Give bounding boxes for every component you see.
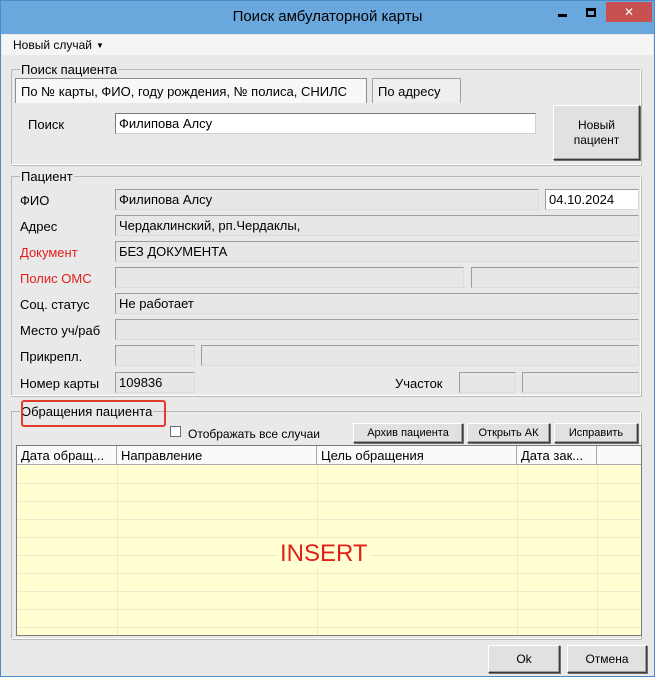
edit-button-label: Исправить	[568, 426, 624, 439]
card-number-field[interactable]: 109836	[115, 372, 195, 393]
maximize-icon	[585, 7, 596, 17]
search-input[interactable]	[115, 113, 536, 134]
grid-row-divider	[17, 537, 641, 538]
ok-button[interactable]: Ok	[488, 645, 560, 673]
insert-overlay-text: INSERT	[278, 540, 370, 568]
column-header-appeal-date[interactable]: Дата обращ...	[17, 446, 117, 465]
title-bar[interactable]: Поиск амбулаторной карты ✕	[1, 1, 654, 34]
work-place-label: Место уч/раб	[20, 323, 101, 338]
document-label: Документ	[20, 245, 78, 260]
policy-field[interactable]	[115, 267, 464, 288]
birth-date-field[interactable]: 04.10.2024	[545, 189, 639, 210]
document-field[interactable]: БЕЗ ДОКУМЕНТА	[115, 241, 639, 262]
patient-archive-button-label: Архив пациента	[367, 426, 449, 439]
fio-field[interactable]: Филипова Алсу	[115, 189, 539, 210]
tab-search-by-address[interactable]: По адресу	[372, 78, 461, 103]
district-label: Участок	[395, 376, 443, 391]
ok-button-label: Ok	[516, 651, 532, 666]
search-label: Поиск	[28, 117, 65, 132]
grid-row-divider	[17, 519, 641, 520]
appeals-table-header: Дата обращ... Направление Цель обращения…	[17, 446, 641, 465]
menu-bar: Новый случай ▼	[2, 35, 653, 55]
grid-row-divider	[17, 483, 641, 484]
patient-legend: Пациент	[21, 169, 73, 184]
minimize-icon	[557, 13, 567, 17]
appeals-table-body[interactable]: INSERT	[17, 466, 641, 635]
column-header-close-date[interactable]: Дата зак...	[517, 446, 597, 465]
appeals-highlight-box	[21, 400, 166, 427]
grid-row-divider	[17, 609, 641, 610]
social-status-field[interactable]: Не работает	[115, 293, 639, 314]
district-code-field[interactable]	[459, 372, 516, 393]
policy-label: Полис ОМС	[20, 271, 92, 286]
edit-button[interactable]: Исправить	[554, 423, 638, 443]
policy-number-field[interactable]	[471, 267, 639, 288]
tab-search-by-address-label: По адресу	[378, 84, 441, 99]
new-case-menu-label: Новый случай	[13, 38, 93, 52]
show-all-cases-checkbox[interactable]	[170, 426, 181, 437]
maximize-button[interactable]	[577, 2, 604, 22]
tab-search-by-card[interactable]: По № карты, ФИО, году рождения, № полиса…	[15, 78, 367, 103]
minimize-button[interactable]	[549, 2, 575, 22]
new-case-menu[interactable]: Новый случай ▼	[13, 38, 104, 52]
column-header-purpose[interactable]: Цель обращения	[317, 446, 517, 465]
close-button[interactable]: ✕	[606, 2, 652, 22]
tab-search-by-card-label: По № карты, ФИО, году рождения, № полиса…	[21, 84, 347, 99]
cancel-button[interactable]: Отмена	[567, 645, 647, 673]
address-label: Адрес	[20, 219, 58, 234]
attachment-code-field[interactable]	[115, 345, 195, 366]
open-card-button[interactable]: Открыть АК	[467, 423, 550, 443]
attachment-label: Прикрепл.	[20, 349, 83, 364]
address-field[interactable]: Чердаклинский, рп.Чердаклы,	[115, 215, 639, 236]
patient-archive-button[interactable]: Архив пациента	[353, 423, 463, 443]
open-card-button-label: Открыть АК	[478, 426, 539, 439]
appeals-table[interactable]: Дата обращ... Направление Цель обращения…	[16, 445, 642, 636]
cancel-button-label: Отмена	[585, 651, 629, 666]
column-header-direction[interactable]: Направление	[117, 446, 317, 465]
grid-row-divider	[17, 573, 641, 574]
close-icon: ✕	[623, 5, 635, 19]
ambulatory-card-search-window: Поиск амбулаторной карты ✕ Новый случай ▼…	[0, 0, 655, 677]
new-patient-button-line2: пациент	[573, 132, 620, 147]
show-all-cases-label: Отображать все случаи	[188, 427, 320, 441]
grid-row-divider	[17, 627, 641, 628]
grid-row-divider	[17, 501, 641, 502]
grid-row-divider	[17, 591, 641, 592]
social-status-label: Соц. статус	[20, 297, 90, 312]
new-patient-button[interactable]: Новый пациент	[553, 105, 640, 160]
dropdown-arrow-icon: ▼	[96, 41, 104, 50]
new-patient-button-line1: Новый	[577, 117, 616, 132]
patient-search-legend: Поиск пациента	[21, 62, 118, 77]
work-place-field[interactable]	[115, 319, 639, 340]
district-name-field[interactable]	[522, 372, 639, 393]
card-number-label: Номер карты	[20, 376, 100, 391]
fio-label: ФИО	[20, 193, 50, 208]
attachment-name-field[interactable]	[201, 345, 639, 366]
